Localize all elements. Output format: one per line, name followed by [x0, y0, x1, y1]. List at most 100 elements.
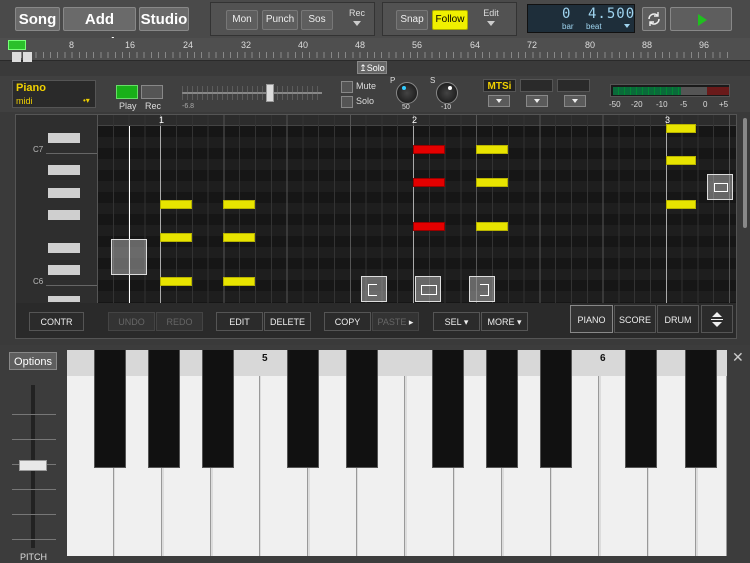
- mon-button[interactable]: Mon: [226, 10, 258, 30]
- piano-key-black[interactable]: [540, 350, 572, 468]
- effect-slot-2[interactable]: [557, 79, 590, 92]
- edit-button[interactable]: EDIT: [216, 312, 263, 331]
- note-start-handle[interactable]: [361, 276, 387, 302]
- note[interactable]: [666, 124, 696, 133]
- paste-button[interactable]: PASTE ▸: [372, 312, 419, 331]
- note[interactable]: [160, 200, 192, 209]
- effect-slot-1[interactable]: [520, 79, 553, 92]
- ruler-mark: 80: [585, 40, 596, 50]
- roll-key[interactable]: [48, 188, 80, 198]
- roll-key[interactable]: [48, 133, 80, 143]
- resize-editor-button[interactable]: [701, 305, 733, 333]
- track-type: midi: [16, 96, 33, 106]
- snap-button[interactable]: Snap: [396, 10, 428, 30]
- note[interactable]: [476, 145, 508, 154]
- add-track-button[interactable]: Add Track: [63, 7, 136, 52]
- track-name-box[interactable]: Piano midi •▾: [12, 80, 96, 108]
- edit-dropdown[interactable]: Edit: [480, 8, 502, 26]
- roll-key[interactable]: [48, 243, 80, 253]
- roll-key[interactable]: [48, 265, 80, 275]
- piano-key-black[interactable]: [432, 350, 464, 468]
- note[interactable]: [223, 200, 255, 209]
- effect-button-2[interactable]: [564, 95, 586, 107]
- note[interactable]: [223, 277, 255, 286]
- solo-tab[interactable]: ↥Solo: [357, 61, 387, 74]
- note-selected[interactable]: [413, 178, 445, 187]
- pitch-wheel-thumb[interactable]: [19, 460, 47, 471]
- effect-button-1[interactable]: [526, 95, 548, 107]
- note[interactable]: [160, 233, 192, 242]
- note[interactable]: [666, 156, 696, 165]
- chevron-down-icon: ▾: [516, 317, 522, 327]
- level-meter: [610, 84, 730, 97]
- sos-button[interactable]: Sos: [301, 10, 333, 30]
- loop-end-handle[interactable]: [23, 52, 32, 62]
- ruler-ticks: [14, 52, 734, 58]
- song-button[interactable]: Song: [15, 7, 60, 31]
- studio-button[interactable]: Studio: [139, 7, 189, 31]
- piano-view-tab[interactable]: PIANO: [570, 305, 613, 333]
- roll-key[interactable]: [48, 165, 80, 175]
- instrument-slot[interactable]: MTSi: [483, 79, 516, 92]
- close-icon[interactable]: ✕: [732, 350, 744, 364]
- send-knob[interactable]: [436, 82, 458, 104]
- follow-button[interactable]: Follow: [432, 10, 468, 30]
- solo-checkbox[interactable]: [341, 96, 353, 108]
- position-display[interactable]: 0 4.500 bar beat: [527, 4, 635, 33]
- scroll-handle[interactable]: [707, 174, 733, 200]
- piano-key-black[interactable]: [148, 350, 180, 468]
- piano-key-black[interactable]: [685, 350, 717, 468]
- sel-dropdown[interactable]: SEL ▾: [433, 312, 480, 331]
- instrument-button[interactable]: [488, 95, 510, 107]
- chevron-down-icon: ▾: [463, 317, 469, 327]
- note[interactable]: [666, 200, 696, 209]
- redo-button[interactable]: REDO: [156, 312, 203, 331]
- ruler-mark: 72: [527, 40, 538, 50]
- note[interactable]: [476, 178, 508, 187]
- more-label: MORE: [487, 317, 515, 327]
- undo-button[interactable]: UNDO: [108, 312, 155, 331]
- track-rec-button[interactable]: [141, 85, 163, 99]
- roll-key[interactable]: [48, 210, 80, 220]
- piano-key-black[interactable]: [94, 350, 126, 468]
- punch-button[interactable]: Punch: [262, 10, 298, 30]
- track-name: Piano: [16, 82, 46, 94]
- pan-knob[interactable]: [396, 82, 418, 104]
- roll-key[interactable]: [48, 296, 80, 302]
- pitch-drag-handle[interactable]: [111, 239, 147, 275]
- note[interactable]: [160, 277, 192, 286]
- note-selected[interactable]: [413, 222, 445, 231]
- options-button[interactable]: Options: [9, 352, 57, 370]
- playhead-marker[interactable]: [8, 40, 26, 50]
- loop-button[interactable]: [642, 7, 666, 31]
- contr-button[interactable]: CONTR: [29, 312, 84, 331]
- volume-slider-thumb[interactable]: [266, 84, 274, 102]
- send-label: S: [430, 76, 436, 85]
- delete-button[interactable]: DELETE: [264, 312, 311, 331]
- track-play-button[interactable]: [116, 85, 138, 99]
- note[interactable]: [223, 233, 255, 242]
- drum-view-tab[interactable]: DRUM: [657, 305, 699, 333]
- note-end-handle[interactable]: [469, 276, 495, 302]
- piano-key-black[interactable]: [625, 350, 657, 468]
- note-selected[interactable]: [413, 145, 445, 154]
- mute-label: Mute: [356, 81, 377, 91]
- rec-mode-dropdown[interactable]: Rec: [346, 8, 368, 26]
- piano-key-black[interactable]: [486, 350, 518, 468]
- more-dropdown[interactable]: MORE ▾: [481, 312, 528, 331]
- meter-scale-label: +5: [719, 100, 729, 109]
- play-button[interactable]: [670, 7, 732, 31]
- sel-label: SEL: [444, 317, 462, 327]
- track-rec-label: Rec: [145, 101, 162, 111]
- piano-key-black[interactable]: [346, 350, 378, 468]
- note-grid[interactable]: [97, 115, 736, 303]
- note[interactable]: [476, 222, 508, 231]
- vertical-scrollbar[interactable]: [743, 118, 747, 228]
- copy-button[interactable]: COPY: [324, 312, 371, 331]
- piano-key-black[interactable]: [202, 350, 234, 468]
- loop-start-handle[interactable]: [12, 52, 21, 62]
- score-view-tab[interactable]: SCORE: [614, 305, 656, 333]
- piano-key-black[interactable]: [287, 350, 319, 468]
- note-move-handle[interactable]: [415, 276, 441, 302]
- mute-checkbox[interactable]: [341, 81, 353, 93]
